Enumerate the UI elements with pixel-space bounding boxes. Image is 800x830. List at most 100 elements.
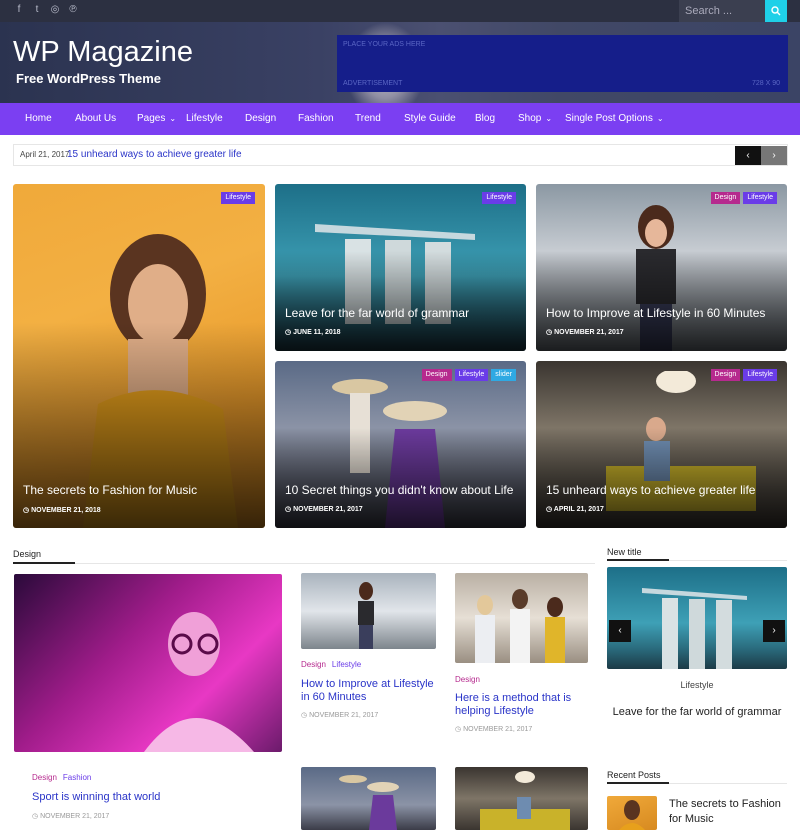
featured-post-3[interactable]: Design Lifestyle How to Improve at Lifest…	[536, 184, 787, 351]
section-heading-design: Design	[13, 549, 42, 559]
nav-item-design[interactable]: Design	[245, 103, 276, 135]
post-title-link[interactable]: How to Improve at Lifestyle in 60 Minute…	[301, 678, 441, 704]
post-thumbnail[interactable]	[455, 573, 588, 663]
date-text: NOVEMBER 21, 2017	[293, 506, 363, 513]
main-navigation: Home About Us Pages ⌄ Lifestyle Design Fa…	[0, 103, 800, 135]
header-advertisement[interactable]: PLACE YOUR ADS HERE ADVERTISEMENT 728 X …	[337, 35, 788, 92]
category-badge[interactable]: Design	[710, 369, 741, 381]
nav-item-blog[interactable]: Blog	[475, 103, 495, 135]
recent-post-title[interactable]: The secrets to Fashion for Music	[669, 797, 787, 827]
ticker-post-link[interactable]: 15 unheard ways to achieve greater life	[67, 145, 242, 165]
category-badge[interactable]: Lifestyle	[743, 369, 777, 381]
post-date: ◷ NOVEMBER 21, 2017	[455, 726, 533, 733]
nav-label: Fashion	[298, 113, 334, 124]
category-link[interactable]: Design	[301, 660, 326, 669]
instagram-icon[interactable]: ◎	[50, 3, 60, 17]
date-text: JUNE 11, 2018	[293, 329, 341, 336]
nav-label: Pages	[137, 113, 166, 124]
featured-post-title[interactable]: Leave for the far world of grammar	[285, 306, 469, 320]
nav-label: Blog	[475, 113, 496, 124]
category-link[interactable]: Design	[455, 675, 480, 684]
category-link[interactable]: Lifestyle	[332, 660, 361, 669]
featured-post-2[interactable]: Lifestyle Leave for the far world of gra…	[275, 184, 526, 351]
pinterest-icon[interactable]: ℗	[68, 3, 78, 17]
date-text: NOVEMBER 21, 2017	[554, 329, 624, 336]
ad-size: 728 X 90	[751, 80, 780, 87]
ad-placeholder-text: PLACE YOUR ADS HERE	[343, 41, 426, 48]
site-tagline: Free WordPress Theme	[16, 71, 161, 86]
nav-item-about-us[interactable]: About Us	[75, 103, 116, 135]
post-thumbnail[interactable]	[301, 767, 436, 830]
search-button[interactable]	[765, 0, 787, 22]
featured-post-title[interactable]: The secrets to Fashion for Music	[23, 483, 197, 497]
category-link[interactable]: Design	[32, 773, 57, 782]
nav-label: Trend	[355, 113, 381, 124]
post-thumbnail[interactable]	[14, 574, 282, 752]
nav-label: Home	[25, 113, 52, 124]
nav-item-fashion[interactable]: Fashion	[298, 103, 334, 135]
woman-figure-image	[619, 800, 645, 830]
category-badge[interactable]: slider	[491, 369, 516, 381]
sidebar-heading-recent-posts: Recent Posts	[607, 770, 661, 780]
sofa-man-image	[480, 771, 570, 830]
slide-category[interactable]: Lifestyle	[607, 680, 787, 690]
nav-item-trend[interactable]: Trend	[355, 103, 381, 135]
ticker-next-button[interactable]: ›	[761, 146, 787, 165]
nav-item-shop[interactable]: Shop ⌄	[518, 103, 552, 135]
slide-title[interactable]: Leave for the far world of grammar	[607, 706, 787, 718]
featured-post-date: ◷ NOVEMBER 21, 2017	[285, 506, 363, 513]
nav-label: Shop	[518, 113, 542, 124]
nav-item-pages[interactable]: Pages ⌄	[137, 103, 176, 135]
featured-post-title[interactable]: 10 Secret things you didn't know about L…	[285, 483, 513, 497]
post-title-link[interactable]: Here is a method that is helping Lifesty…	[455, 692, 585, 718]
slider-next-button[interactable]: ›	[763, 620, 785, 642]
featured-post-5[interactable]: Design Lifestyle 15 unheard ways to achie…	[536, 361, 787, 528]
neon-man-image	[144, 612, 254, 752]
date-text: APRIL 21, 2017	[553, 506, 604, 513]
featured-post-title[interactable]: How to Improve at Lifestyle in 60 Minute…	[546, 306, 765, 320]
hat-women-image	[339, 775, 399, 830]
ticker-prev-button[interactable]: ‹	[735, 146, 761, 165]
category-badge[interactable]: Lifestyle	[482, 192, 516, 204]
nav-item-single-post-options[interactable]: Single Post Options ⌄	[565, 103, 664, 135]
featured-post-title[interactable]: 15 unheard ways to achieve greater life	[546, 483, 755, 497]
category-badge[interactable]: Lifestyle	[454, 369, 489, 381]
date-text: NOVEMBER 21, 2017	[40, 813, 110, 820]
nav-label: Single Post Options	[565, 113, 653, 124]
nav-label: Design	[245, 113, 277, 124]
post-date: ◷ NOVEMBER 21, 2017	[32, 813, 110, 820]
slider-prev-button[interactable]: ‹	[609, 620, 631, 642]
top-bar: f t ◎ ℗ Search ...	[0, 0, 800, 22]
post-thumbnail[interactable]	[301, 573, 436, 649]
sidebar-slide-image[interactable]	[607, 567, 787, 669]
nav-item-lifestyle[interactable]: Lifestyle	[186, 103, 223, 135]
search-icon	[771, 6, 781, 16]
featured-post-date: ◷ NOVEMBER 21, 2018	[23, 507, 101, 514]
date-text: NOVEMBER 21, 2017	[309, 712, 379, 719]
recent-post-thumbnail[interactable]	[607, 796, 657, 830]
featured-post-date: ◷ JUNE 11, 2018	[285, 329, 341, 336]
post-categories: Design Fashion	[32, 773, 91, 782]
chevron-down-icon: ⌄	[656, 114, 664, 123]
category-badge[interactable]: Lifestyle	[221, 192, 255, 204]
twitter-icon[interactable]: t	[32, 3, 42, 17]
category-link[interactable]: Fashion	[63, 773, 91, 782]
nav-item-home[interactable]: Home	[25, 103, 52, 135]
category-badge[interactable]: Lifestyle	[743, 192, 777, 204]
post-title-link[interactable]: Sport is winning that world	[32, 791, 272, 804]
date-text: NOVEMBER 21, 2017	[463, 726, 533, 733]
ad-label: ADVERTISEMENT	[343, 80, 403, 87]
section-divider-active	[13, 562, 75, 564]
featured-post-4[interactable]: Design Lifestyle slider 10 Secret things y…	[275, 361, 526, 528]
section-divider	[607, 782, 787, 784]
featured-post-1[interactable]: Lifestyle The secrets to Fashion for Mus…	[13, 184, 265, 528]
social-links: f t ◎ ℗	[14, 3, 78, 17]
category-badge[interactable]: Design	[710, 192, 741, 204]
facebook-icon[interactable]: f	[14, 3, 24, 17]
category-badge[interactable]: Design	[421, 369, 452, 381]
search-input[interactable]: Search ...	[679, 0, 765, 22]
post-thumbnail[interactable]	[455, 767, 588, 830]
nav-item-style-guide[interactable]: Style Guide	[404, 103, 456, 135]
category-badges: Design Lifestyle slider	[421, 369, 516, 381]
site-title[interactable]: WP Magazine	[13, 36, 193, 69]
